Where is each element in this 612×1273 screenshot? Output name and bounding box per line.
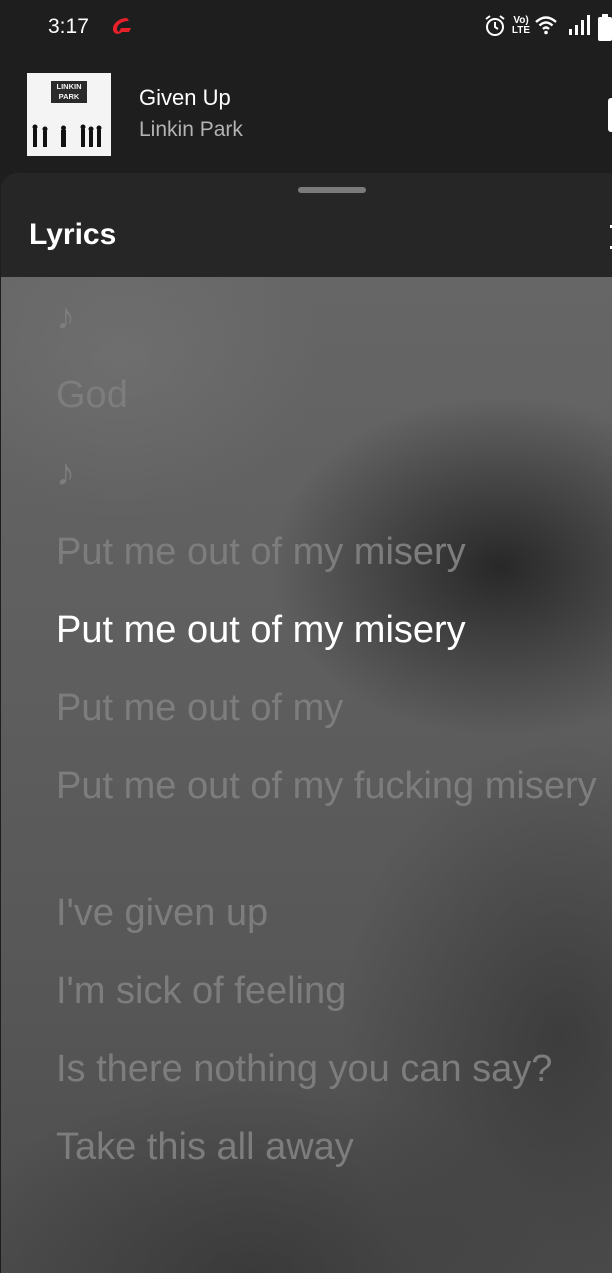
lyric-line[interactable]: Take this all away [56,1123,601,1172]
album-figures [32,124,102,147]
alarm-icon [484,14,506,43]
lyric-line[interactable]: God [56,371,601,420]
track-artist: Linkin Park [139,118,243,141]
carrier-icon [107,15,135,41]
lyric-line[interactable]: ♪ [56,449,601,498]
lyric-line-active[interactable]: Put me out of my misery [56,606,601,655]
album-art: LINKIN PARK [27,73,111,156]
lyrics-sheet: Lyrics ♪ God ♪ Put me out of my misery P… [1,173,612,1273]
now-playing-bar[interactable]: LINKIN PARK Given Up Linkin Park [0,58,612,178]
lyrics-list[interactable]: ♪ God ♪ Put me out of my misery Put me o… [1,277,612,1273]
drag-handle[interactable] [298,187,366,193]
status-bar: 3:17 Vo) LTE [0,0,612,58]
lyric-line[interactable]: Put me out of my misery [56,528,601,577]
status-time: 3:17 [48,15,89,38]
track-title: Given Up [139,85,231,110]
lyrics-sheet-header: Lyrics [1,173,612,277]
album-logo: LINKIN PARK [51,81,87,103]
lyric-line[interactable]: ♪ [56,293,601,342]
battery-icon [598,14,612,47]
more-options-icon[interactable] [604,224,612,250]
play-pause-icon[interactable] [608,98,612,132]
lyric-line[interactable]: Put me out of my [56,684,601,733]
lyrics-title: Lyrics [29,218,117,251]
signal-icon [568,14,590,41]
lyric-line[interactable]: I'm sick of feeling [56,967,601,1016]
lyric-line[interactable]: Put me out of my fucking misery [56,762,601,811]
volte-icon: Vo) LTE [511,15,531,36]
wifi-icon [534,14,558,41]
lyric-line[interactable]: I've given up [56,889,601,938]
lyric-line[interactable]: Is there nothing you can say? [56,1045,601,1094]
